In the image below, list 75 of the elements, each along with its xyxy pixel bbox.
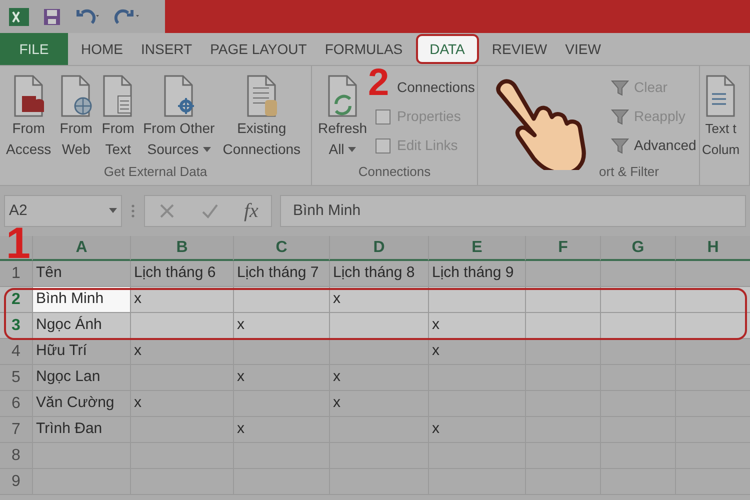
filter-icon xyxy=(610,78,630,98)
document-icon xyxy=(244,74,279,118)
table-cell: Văn Cường xyxy=(32,391,130,417)
ribbon-tab[interactable]: INSERT xyxy=(132,33,202,65)
column-header[interactable]: B xyxy=(130,236,233,261)
caret-icon xyxy=(109,208,117,214)
table-cell: Tên xyxy=(32,261,130,287)
sheet-icon xyxy=(373,136,394,156)
table-cell: Bình Minh xyxy=(32,287,130,313)
table-cell: x xyxy=(130,391,233,417)
ribbon-tab[interactable]: HOME xyxy=(72,33,132,65)
table-cell: x xyxy=(329,365,428,391)
document-icon xyxy=(12,74,46,118)
table-cell: Lịch tháng 6 xyxy=(130,261,233,287)
ribbon-tab[interactable]: PAGE LAYOUT xyxy=(201,33,316,65)
document-icon xyxy=(59,74,94,118)
table-cell: x xyxy=(233,365,329,391)
table-cell: Ngọc Lan xyxy=(32,365,130,391)
ribbon-button[interactable]: From Web xyxy=(57,74,96,160)
undo-icon[interactable] xyxy=(74,6,102,26)
ribbon-button[interactable]: Refresh All xyxy=(316,74,370,160)
filter-icon xyxy=(610,136,630,156)
grip-icon xyxy=(130,203,136,219)
table-cell: Hữu Trí xyxy=(32,339,130,365)
ribbon-tab[interactable]: VIEW xyxy=(556,33,610,65)
ribbon-tab[interactable]: FORMULAS xyxy=(316,33,412,65)
column-header[interactable]: E xyxy=(428,236,525,261)
document-icon xyxy=(326,74,360,118)
table-cell: x xyxy=(428,313,525,339)
table-cell: x xyxy=(130,339,233,365)
row-header[interactable]: 2 xyxy=(0,287,32,313)
sheet-icon xyxy=(373,106,394,126)
table-cell: x xyxy=(329,287,428,313)
table-cell: Lịch tháng 8 xyxy=(329,261,428,287)
table-cell: x xyxy=(428,417,525,443)
spreadsheet-app-icon[interactable] xyxy=(8,6,30,28)
table-cell: x xyxy=(233,417,329,443)
table-cell: Lịch tháng 7 xyxy=(233,261,329,287)
row-header[interactable]: 3 xyxy=(0,313,32,339)
ribbon-button[interactable]: From Access xyxy=(4,74,54,160)
table-cell: x xyxy=(130,287,233,313)
group-label: Get External Data xyxy=(102,162,208,180)
insert-function-button[interactable]: fx xyxy=(244,196,258,226)
table-cell: x xyxy=(233,313,329,339)
table-cell: Lịch tháng 9 xyxy=(428,261,525,287)
column-header[interactable]: D xyxy=(329,236,428,261)
table-cell: x xyxy=(428,339,525,365)
ribbon-tab[interactable]: FILE xyxy=(0,33,68,65)
ribbon-button[interactable]: Existing Connections xyxy=(220,74,303,160)
table-cell: x xyxy=(329,391,428,417)
save-icon[interactable] xyxy=(42,6,62,26)
ribbon-button[interactable]: Text t Colum xyxy=(700,74,742,160)
ribbon-tab[interactable]: REVIEW xyxy=(482,33,556,65)
filter-icon xyxy=(610,106,630,126)
table-cell: Trình Đan xyxy=(32,417,130,443)
step-number: 2 xyxy=(368,64,390,102)
ribbon-button[interactable]: From Text xyxy=(99,74,138,160)
formula-field[interactable]: Bình Minh xyxy=(280,195,746,227)
document-icon xyxy=(162,74,196,118)
ribbon-small-button[interactable]: Advanced xyxy=(610,132,696,159)
column-header[interactable]: H xyxy=(675,236,750,261)
group-label: Connections xyxy=(357,162,432,180)
cancel-icon[interactable] xyxy=(158,202,176,220)
name-box[interactable]: A2 xyxy=(4,195,122,227)
column-header[interactable]: F xyxy=(525,236,600,261)
table-cell: Ngọc Ánh xyxy=(32,313,130,339)
group-label: ort & Filter xyxy=(598,162,660,180)
column-header[interactable]: G xyxy=(600,236,675,261)
column-header[interactable]: A xyxy=(32,236,130,261)
check-icon[interactable] xyxy=(200,202,219,220)
ribbon-button[interactable]: From Other Sources xyxy=(141,74,217,160)
column-header[interactable]: C xyxy=(233,236,329,261)
ribbon-tab[interactable]: DATA xyxy=(416,34,479,64)
document-icon xyxy=(704,74,738,118)
redo-icon[interactable] xyxy=(114,6,142,26)
